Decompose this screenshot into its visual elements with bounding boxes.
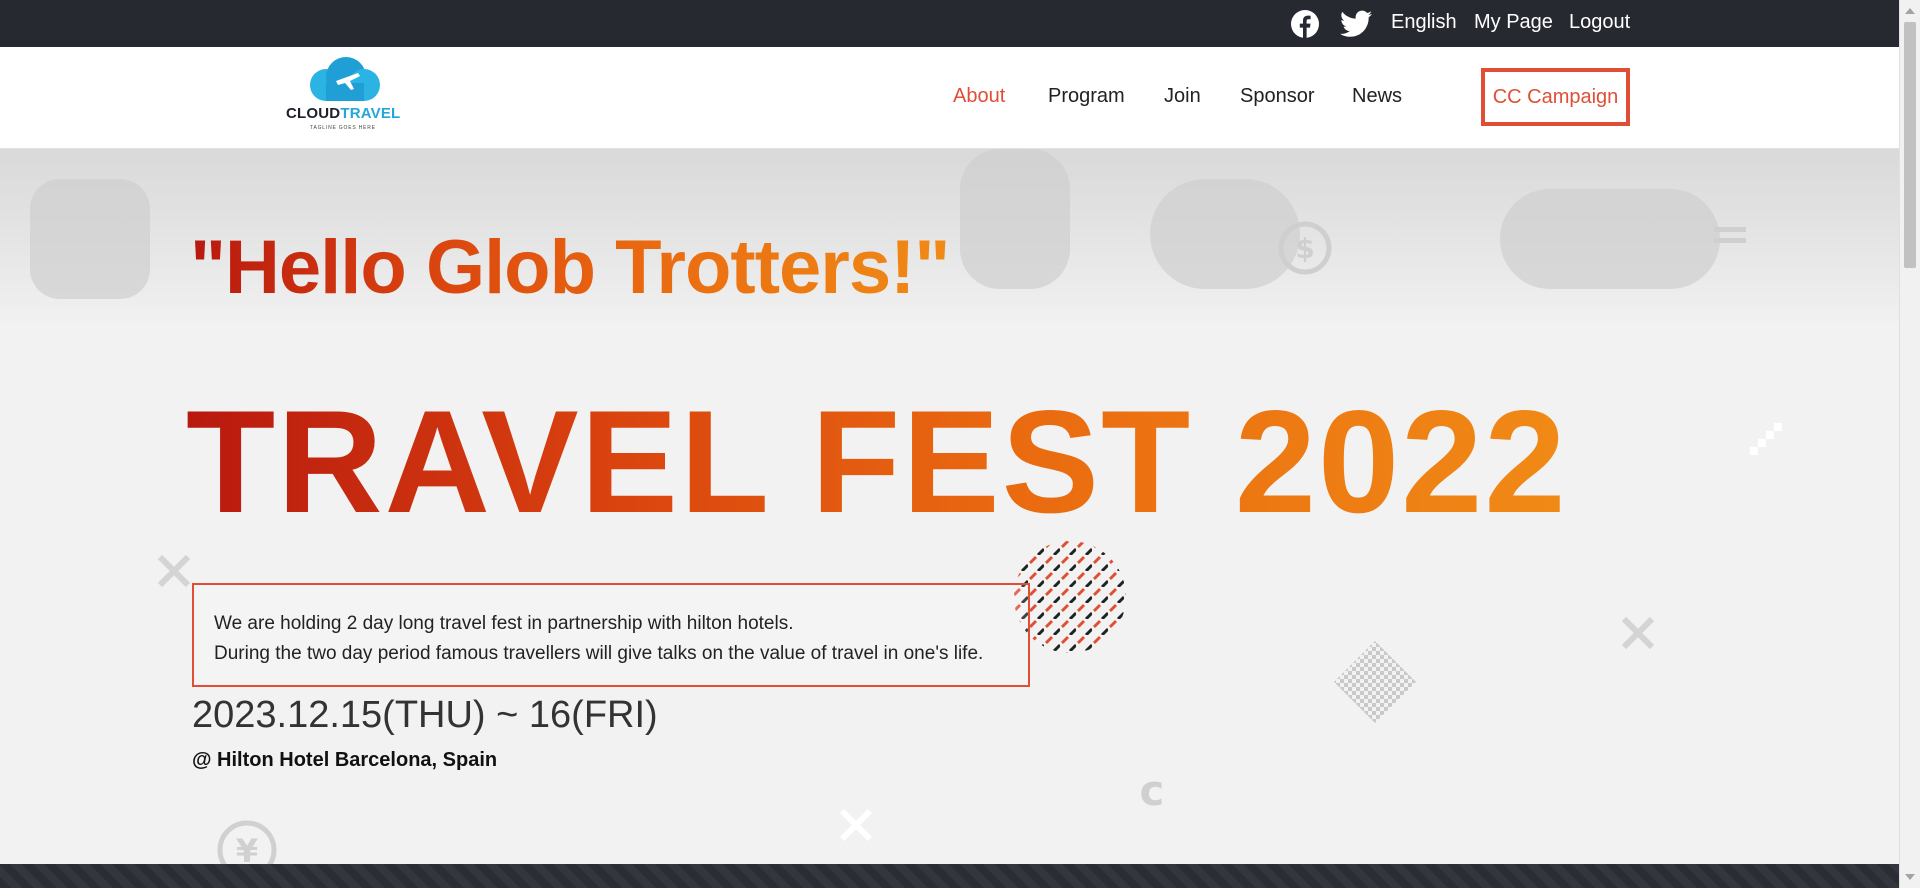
scroll-down-arrow-icon[interactable]	[1905, 874, 1915, 880]
logout-link[interactable]: Logout	[1569, 11, 1630, 34]
facebook-icon[interactable]	[1291, 10, 1319, 38]
mypage-link[interactable]: My Page	[1474, 11, 1553, 34]
pixel-pattern-icon	[1750, 423, 1782, 455]
svg-text:¥: ¥	[236, 832, 258, 864]
event-venue: @ Hilton Hotel Barcelona, Spain	[192, 749, 498, 771]
svg-text:c: c	[1140, 769, 1165, 813]
footer-strip	[0, 864, 1899, 888]
scrollbar-thumb[interactable]	[1904, 22, 1916, 268]
diamond-pattern-icon	[1334, 641, 1416, 723]
hero-tagline: "Hello Glob Trotters!"	[190, 225, 950, 310]
page-scrollbar[interactable]	[1899, 0, 1920, 888]
brand-name: CLOUDTRAVEL	[286, 105, 401, 122]
hero-section: $ c ¥ "Hello Glob Trotters!" TRAVEL FEST…	[0, 149, 1899, 864]
hero-description-box: We are holding 2 day long travel fest in…	[192, 583, 1030, 687]
nav-about[interactable]: About	[953, 85, 1005, 108]
cross-icon	[839, 808, 873, 842]
hero-title: TRAVEL FEST 2022	[186, 380, 1568, 543]
scroll-up-arrow-icon[interactable]	[1905, 8, 1915, 14]
brand-tagline: TAGLINE GOES HERE	[310, 125, 376, 131]
equals-icon	[1714, 227, 1746, 243]
yen-coin-icon: ¥	[217, 820, 277, 864]
nav-join[interactable]: Join	[1164, 85, 1201, 108]
nav-program[interactable]: Program	[1048, 85, 1125, 108]
cross-icon	[1621, 616, 1655, 650]
hero-description-line: We are holding 2 day long travel fest in…	[214, 613, 794, 634]
nav-news[interactable]: News	[1352, 85, 1402, 108]
twitter-icon[interactable]	[1340, 10, 1372, 38]
dollar-coin-icon: $	[1278, 221, 1332, 275]
event-date: 2023.12.15(THU) ~ 16(FRI)	[192, 694, 658, 736]
cross-icon	[157, 554, 191, 588]
nav-sponsor[interactable]: Sponsor	[1240, 85, 1315, 108]
top-bar: English My Page Logout	[0, 0, 1899, 47]
cloud-plane-icon	[310, 57, 380, 101]
svg-text:$: $	[1295, 232, 1314, 265]
brand-logo[interactable]: CLOUDTRAVEL TAGLINE GOES HERE	[284, 57, 414, 139]
hero-description-line: During the two day period famous travell…	[214, 643, 984, 664]
cent-icon: c	[1140, 769, 1165, 813]
language-selector[interactable]: English	[1391, 11, 1457, 34]
site-header: CLOUDTRAVEL TAGLINE GOES HERE About Prog…	[0, 47, 1899, 149]
cc-campaign-button[interactable]: CC Campaign	[1481, 68, 1630, 126]
